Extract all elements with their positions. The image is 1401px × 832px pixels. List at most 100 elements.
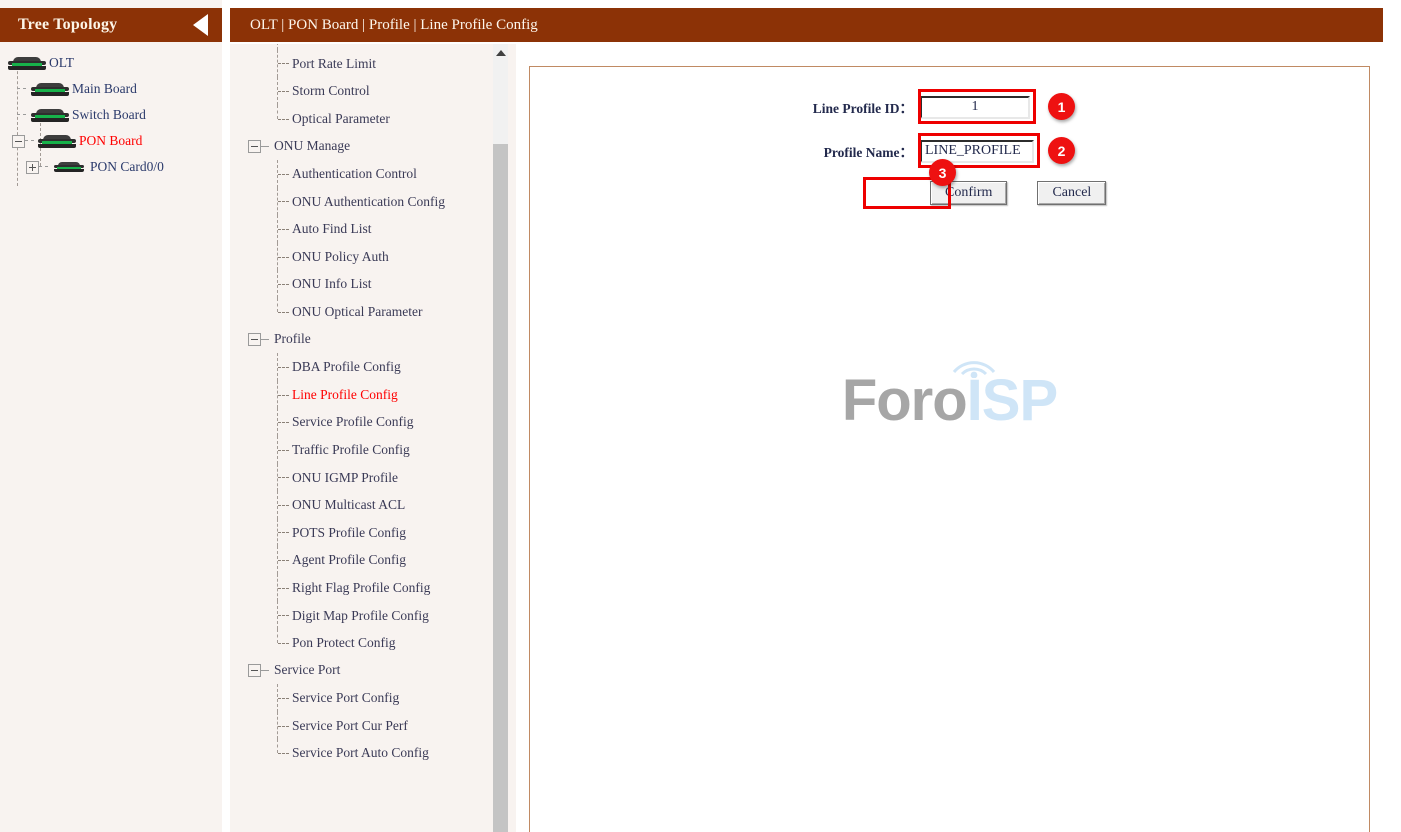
tree-node-pon-card[interactable]: PON Card0/0 xyxy=(0,154,222,180)
tree-topology-title: Tree Topology xyxy=(18,16,118,33)
menu-item-onu-multicast-acl[interactable]: ONU Multicast ACL xyxy=(230,491,500,519)
menu-item-label: Agent Profile Config xyxy=(292,552,406,568)
menu-item-label: Service Port Auto Config xyxy=(292,745,429,761)
foroisp-watermark: ForoISP xyxy=(530,361,1369,430)
breadcrumb-bar: OLT | PON Board | Profile | Line Profile… xyxy=(230,8,1383,42)
menu-group-collapse-icon[interactable] xyxy=(248,139,261,153)
tree-node-pon-board[interactable]: PON Board xyxy=(0,128,222,154)
line-profile-id-input[interactable] xyxy=(920,95,1030,119)
menu-item-label: Service Profile Config xyxy=(292,414,414,430)
menu-item-label: POTS Profile Config xyxy=(292,524,407,540)
tree-node-main-board[interactable]: Main Board xyxy=(0,76,222,102)
tree-node-label: Main Board xyxy=(72,81,137,97)
menu-item-authentication-control[interactable]: Authentication Control xyxy=(230,159,500,188)
tree-node-switch-board[interactable]: Switch Board xyxy=(0,102,222,128)
line-profile-form: Line Profile ID： 1 Profile Name： 2 Confi… xyxy=(530,85,1369,213)
menu-item-label: Service Port Config xyxy=(292,690,400,706)
menu-item-label: Optical Parameter xyxy=(292,110,390,126)
menu-group-onu-manage[interactable]: ONU Manage xyxy=(230,132,500,160)
scroll-up-arrow-icon[interactable] xyxy=(493,46,508,60)
tree-topology-header: Tree Topology xyxy=(0,8,222,42)
menu-item-connector xyxy=(277,49,290,78)
menu-scrollbar-thumb[interactable] xyxy=(493,144,508,832)
menu-group-connector xyxy=(261,145,269,147)
navigation-menu-panel: Port Extend ConfigPort Rate LimitStorm C… xyxy=(230,44,516,832)
menu-item-digit-map-profile-config[interactable]: Digit Map Profile Config xyxy=(230,601,500,630)
tree-topology-body: OLT Main Board Switch Board PON Board PO… xyxy=(0,42,222,832)
profile-name-input[interactable] xyxy=(920,139,1034,163)
tree-connector xyxy=(17,88,26,90)
menu-group-connector xyxy=(261,338,269,340)
menu-item-label: ONU Multicast ACL xyxy=(292,497,406,513)
tree-node-label: OLT xyxy=(49,55,75,71)
menu-item-optical-parameter[interactable]: Optical Parameter xyxy=(230,104,500,133)
menu-group-collapse-icon[interactable] xyxy=(248,332,261,346)
watermark-text-secondary: ISP xyxy=(966,368,1058,433)
menu-group-label: Service Port xyxy=(274,662,341,678)
menu-item-service-profile-config[interactable]: Service Profile Config xyxy=(230,408,500,436)
confirm-button[interactable]: Confirm xyxy=(930,181,1008,205)
menu-item-connector xyxy=(277,491,290,519)
menu-item-agent-profile-config[interactable]: Agent Profile Config xyxy=(230,546,500,574)
menu-item-label: Storm Control xyxy=(292,83,370,99)
tree-node-label: Switch Board xyxy=(72,107,146,123)
menu-item-connector xyxy=(277,104,290,133)
menu-item-connector xyxy=(277,463,290,492)
menu-group-collapse-icon[interactable] xyxy=(248,663,261,677)
menu-item-auto-find-list[interactable]: Auto Find List xyxy=(230,215,500,243)
breadcrumb: OLT | PON Board | Profile | Line Profile… xyxy=(250,16,538,33)
menu-item-pon-protect-config[interactable]: Pon Protect Config xyxy=(230,629,500,657)
menu-item-storm-control[interactable]: Storm Control xyxy=(230,77,500,105)
device-icon xyxy=(38,134,76,148)
menu-item-connector xyxy=(277,380,290,409)
menu-item-pots-profile-config[interactable]: POTS Profile Config xyxy=(230,518,500,547)
tree-node-olt[interactable]: OLT xyxy=(0,50,222,76)
menu-item-connector xyxy=(277,408,290,436)
menu-item-line-profile-config[interactable]: Line Profile Config xyxy=(230,380,500,409)
menu-group-service-port[interactable]: Service Port xyxy=(230,657,500,685)
line-profile-id-row: Line Profile ID： 1 xyxy=(530,85,1369,129)
tree-expand-toggle-icon[interactable] xyxy=(26,160,39,174)
cancel-button[interactable]: Cancel xyxy=(1037,181,1107,205)
tree-node-label: PON Board xyxy=(79,133,143,149)
triangle-left-icon[interactable] xyxy=(193,14,208,36)
tree-topology-panel: Tree Topology OLT Main Board Switch Boar… xyxy=(0,0,222,832)
menu-item-connector xyxy=(277,77,290,105)
menu-item-label: Digit Map Profile Config xyxy=(292,607,429,623)
menu-item-label: ONU Info List xyxy=(292,276,372,292)
tree-connector xyxy=(17,114,26,116)
menu-item-label: ONU Optical Parameter xyxy=(292,303,423,319)
menu-item-onu-igmp-profile[interactable]: ONU IGMP Profile xyxy=(230,463,500,492)
menu-group-label: Profile xyxy=(274,331,311,347)
menu-item-label: DBA Profile Config xyxy=(292,359,401,375)
menu-item-dba-profile-config[interactable]: DBA Profile Config xyxy=(230,353,500,381)
menu-item-onu-info-list[interactable]: ONU Info List xyxy=(230,270,500,298)
menu-scrollbar[interactable] xyxy=(493,44,508,832)
menu-item-label: ONU IGMP Profile xyxy=(292,469,398,485)
menu-item-connector xyxy=(277,573,290,602)
menu-item-traffic-profile-config[interactable]: Traffic Profile Config xyxy=(230,435,500,464)
menu-item-onu-authentication-config[interactable]: ONU Authentication Config xyxy=(230,187,500,216)
menu-item-connector xyxy=(277,546,290,574)
profile-name-row: Profile Name： 2 xyxy=(530,129,1369,173)
menu-item-port-rate-limit[interactable]: Port Rate Limit xyxy=(230,49,500,78)
menu-item-right-flag-profile-config[interactable]: Right Flag Profile Config xyxy=(230,573,500,602)
menu-group-profile[interactable]: Profile xyxy=(230,326,500,354)
device-icon xyxy=(8,56,46,70)
menu-item-label: Service Port Cur Perf xyxy=(292,717,408,733)
tree-collapse-toggle-icon[interactable] xyxy=(12,134,25,148)
content-panel: Line Profile ID： 1 Profile Name： 2 Confi… xyxy=(529,66,1370,832)
annotation-badge-2: 2 xyxy=(1048,137,1075,164)
menu-item-label: Line Profile Config xyxy=(292,386,398,402)
watermark-text-primary: Foro xyxy=(841,368,968,433)
form-button-row: Confirm Cancel 3 xyxy=(530,159,1369,213)
menu-item-service-port-cur-perf[interactable]: Service Port Cur Perf xyxy=(230,711,500,740)
menu-item-onu-policy-auth[interactable]: ONU Policy Auth xyxy=(230,242,500,271)
menu-item-onu-optical-parameter[interactable]: ONU Optical Parameter xyxy=(230,297,500,326)
annotation-badge-1: 1 xyxy=(1048,93,1075,120)
menu-item-service-port-config[interactable]: Service Port Config xyxy=(230,684,500,712)
tree-connector xyxy=(25,140,34,142)
menu-item-connector xyxy=(277,187,290,216)
menu-item-service-port-auto-config[interactable]: Service Port Auto Config xyxy=(230,739,500,767)
device-icon xyxy=(31,82,69,96)
